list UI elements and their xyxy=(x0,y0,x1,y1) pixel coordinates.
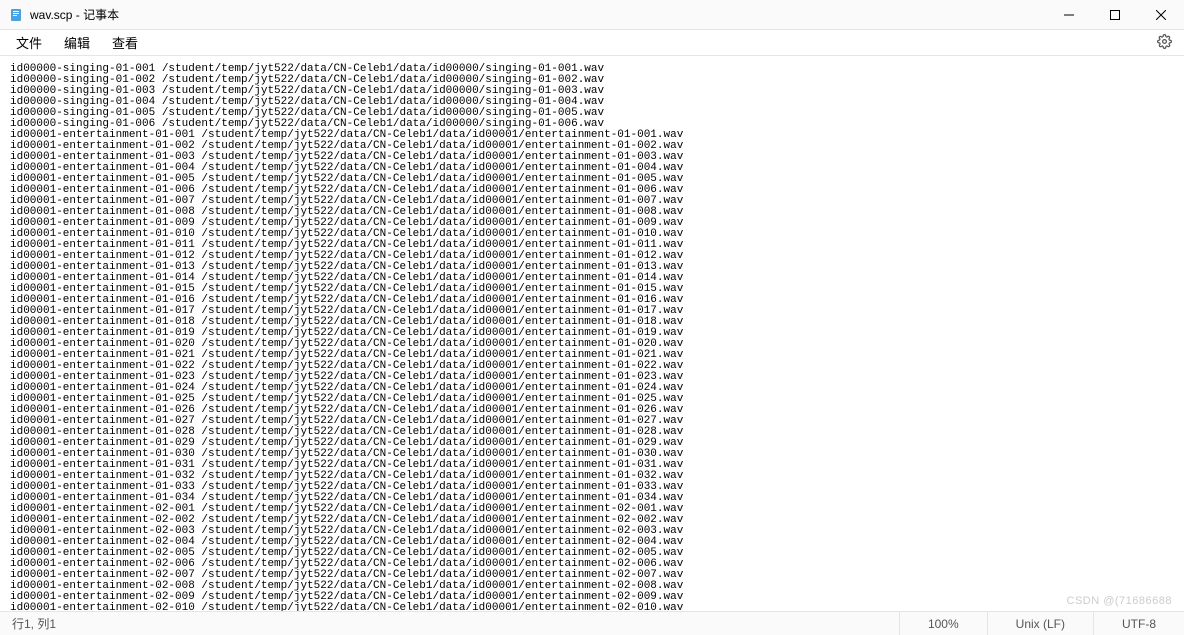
window-controls xyxy=(1046,0,1184,29)
text-line[interactable]: id00001-entertainment-02-010 /student/te… xyxy=(10,603,1184,611)
status-position[interactable]: 行1, 列1 xyxy=(0,615,899,632)
status-encoding[interactable]: UTF-8 xyxy=(1093,612,1184,635)
statusbar: 行1, 列1 100% Unix (LF) UTF-8 xyxy=(0,611,1184,635)
settings-button[interactable] xyxy=(1150,32,1178,54)
titlebar: wav.scp - 记事本 xyxy=(0,0,1184,30)
menu-edit[interactable]: 编辑 xyxy=(54,30,100,55)
maximize-button[interactable] xyxy=(1092,0,1138,29)
status-line-ending[interactable]: Unix (LF) xyxy=(987,612,1093,635)
menu-file[interactable]: 文件 xyxy=(6,30,52,55)
minimize-button[interactable] xyxy=(1046,0,1092,29)
app-icon xyxy=(8,7,24,23)
close-button[interactable] xyxy=(1138,0,1184,29)
gear-icon xyxy=(1157,34,1172,52)
menubar: 文件 编辑 查看 xyxy=(0,30,1184,56)
window-title: wav.scp - 记事本 xyxy=(30,6,1046,23)
menu-view[interactable]: 查看 xyxy=(102,30,148,55)
text-editor[interactable]: id00000-singing-01-001 /student/temp/jyt… xyxy=(0,56,1184,611)
status-zoom[interactable]: 100% xyxy=(899,612,987,635)
